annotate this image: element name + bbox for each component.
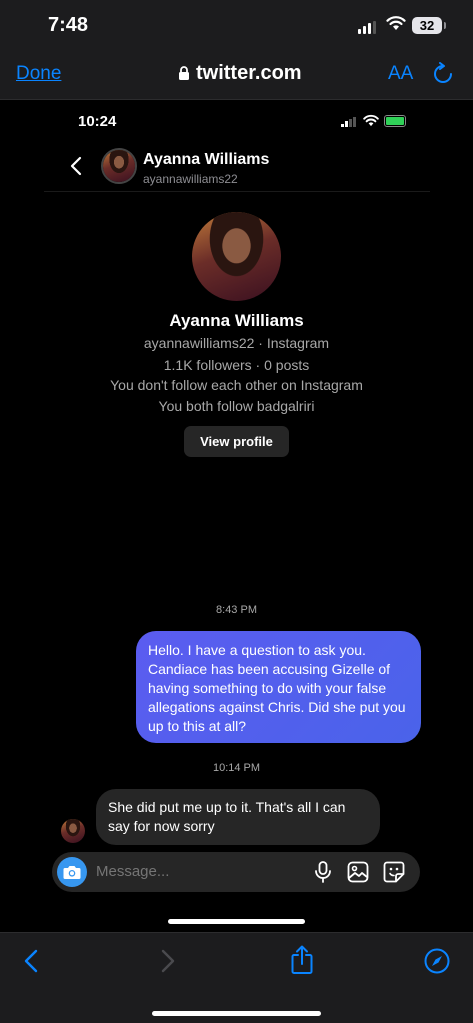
camera-icon — [63, 865, 81, 879]
safari-toolbar — [0, 932, 473, 1023]
inner-status-bar: 10:24 — [0, 108, 473, 136]
header-username: ayannawilliams22 — [143, 172, 238, 186]
message-timestamp: 10:14 PM — [212, 762, 261, 774]
done-button[interactable]: Done — [16, 63, 61, 85]
message-composer — [52, 852, 420, 892]
message-timestamp: 8:43 PM — [216, 604, 257, 616]
outgoing-message-bubble[interactable]: Hello. I have a question to ask you. Can… — [136, 631, 421, 743]
share-icon[interactable] — [290, 945, 314, 975]
message-input[interactable] — [96, 863, 296, 880]
inner-home-indicator — [168, 919, 305, 924]
url-text: twitter.com — [196, 62, 302, 84]
profile-avatar[interactable] — [192, 212, 281, 301]
outer-status-bar: 7:48 32 — [0, 0, 473, 50]
safari-address-bar: Done twitter.com AA — [0, 50, 473, 100]
inner-battery-icon — [384, 115, 406, 127]
compass-icon[interactable] — [424, 948, 450, 974]
camera-button[interactable] — [57, 857, 87, 887]
wifi-icon — [386, 16, 406, 30]
cellular-signal-icon — [358, 21, 376, 34]
profile-name: Ayanna Williams — [169, 311, 304, 330]
battery-icon: 32 — [412, 17, 446, 34]
outer-clock: 7:48 — [48, 14, 89, 36]
incoming-message-bubble[interactable]: She did put me up to it. That's all I ca… — [96, 789, 380, 845]
sender-avatar[interactable] — [61, 819, 85, 843]
forward-icon[interactable] — [161, 949, 175, 973]
inner-signal-icon — [341, 117, 356, 127]
lock-icon — [179, 66, 189, 80]
home-indicator — [152, 1011, 321, 1016]
view-profile-button[interactable]: View profile — [184, 426, 289, 457]
inner-clock: 10:24 — [78, 113, 117, 130]
profile-handle-line: ayannawilliams22 · Instagram — [143, 335, 330, 351]
sticker-icon[interactable] — [383, 861, 405, 883]
header-name[interactable]: Ayanna Williams — [143, 151, 269, 169]
gallery-icon[interactable] — [347, 861, 369, 883]
back-icon[interactable] — [24, 949, 38, 973]
mutual-follow: You both follow badgalriri — [158, 398, 315, 414]
header-avatar[interactable] — [101, 148, 137, 184]
follow-status: You don't follow each other on Instagram — [110, 377, 363, 393]
dm-header: Ayanna Williams ayannawilliams22 — [44, 140, 430, 192]
text-size-button[interactable]: AA — [388, 63, 413, 85]
url-field[interactable]: twitter.com — [178, 62, 302, 85]
reload-icon[interactable] — [432, 62, 454, 86]
inner-wifi-icon — [363, 114, 379, 127]
microphone-icon[interactable] — [314, 861, 332, 883]
back-chevron-icon[interactable] — [70, 156, 82, 176]
profile-stats: 1.1K followers · 0 posts — [163, 357, 310, 373]
